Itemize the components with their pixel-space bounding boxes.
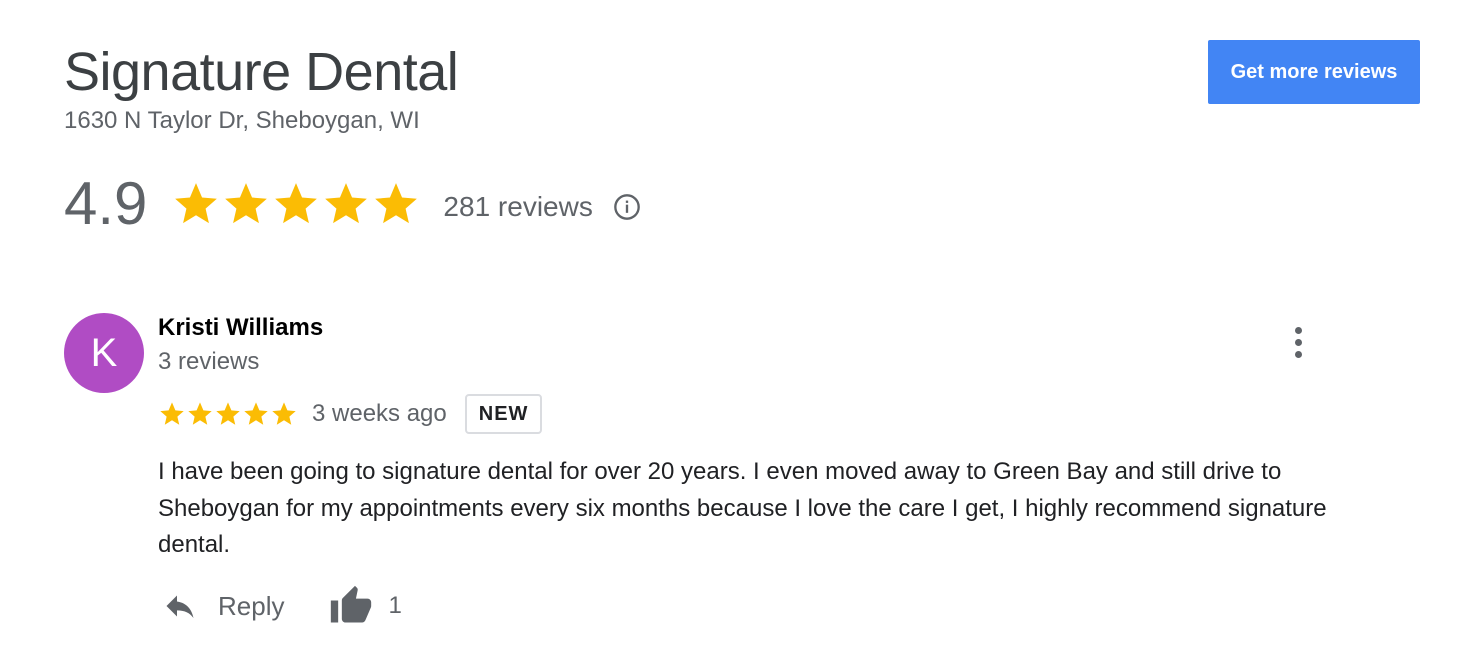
like-count: 1: [388, 592, 402, 619]
star-icon: [375, 183, 418, 224]
star-icon: [216, 402, 240, 425]
reply-label: Reply: [218, 590, 285, 621]
more-vert-icon[interactable]: [1284, 322, 1312, 362]
reviewer-review-count: 3 reviews: [158, 348, 260, 375]
new-badge: NEW: [464, 394, 543, 434]
star-icon: [244, 402, 268, 425]
star-icon: [175, 183, 218, 224]
star-icon: [225, 183, 268, 224]
star-icon: [272, 402, 296, 425]
review-meta: 3 weeks ago NEW: [158, 394, 543, 434]
rating-value: 4.9: [64, 170, 148, 237]
reviewer-name[interactable]: Kristi Williams: [158, 312, 323, 344]
business-name: Signature Dental: [64, 42, 459, 102]
business-address: 1630 N Taylor Dr, Sheboygan, WI: [64, 107, 420, 134]
star-icon: [275, 183, 318, 224]
thumbs-up-icon: [331, 585, 372, 623]
avatar[interactable]: K: [64, 313, 144, 393]
review-text: I have been going to signature dental fo…: [158, 458, 1327, 558]
like-button[interactable]: 1: [328, 584, 402, 628]
review-count: 281 reviews: [443, 191, 593, 222]
reply-button[interactable]: Reply: [160, 588, 284, 624]
info-icon[interactable]: [613, 193, 641, 221]
menu-dot: [1294, 338, 1302, 346]
rating-summary: 4.9 281 reviews: [64, 168, 641, 240]
star-icon: [325, 183, 368, 224]
review-actions: Reply 1: [160, 584, 402, 628]
star-icon: [188, 402, 212, 425]
menu-dot: [1294, 326, 1302, 334]
reply-icon: [166, 595, 194, 618]
review-stars: [158, 400, 298, 428]
review-time: 3 weeks ago: [312, 400, 447, 427]
star-icon: [160, 402, 184, 425]
business-header: Signature Dental 1630 N Taylor Dr, Shebo…: [64, 40, 459, 136]
menu-dot: [1294, 350, 1302, 358]
rating-stars: [171, 179, 421, 229]
get-more-reviews-button[interactable]: Get more reviews: [1208, 40, 1420, 104]
